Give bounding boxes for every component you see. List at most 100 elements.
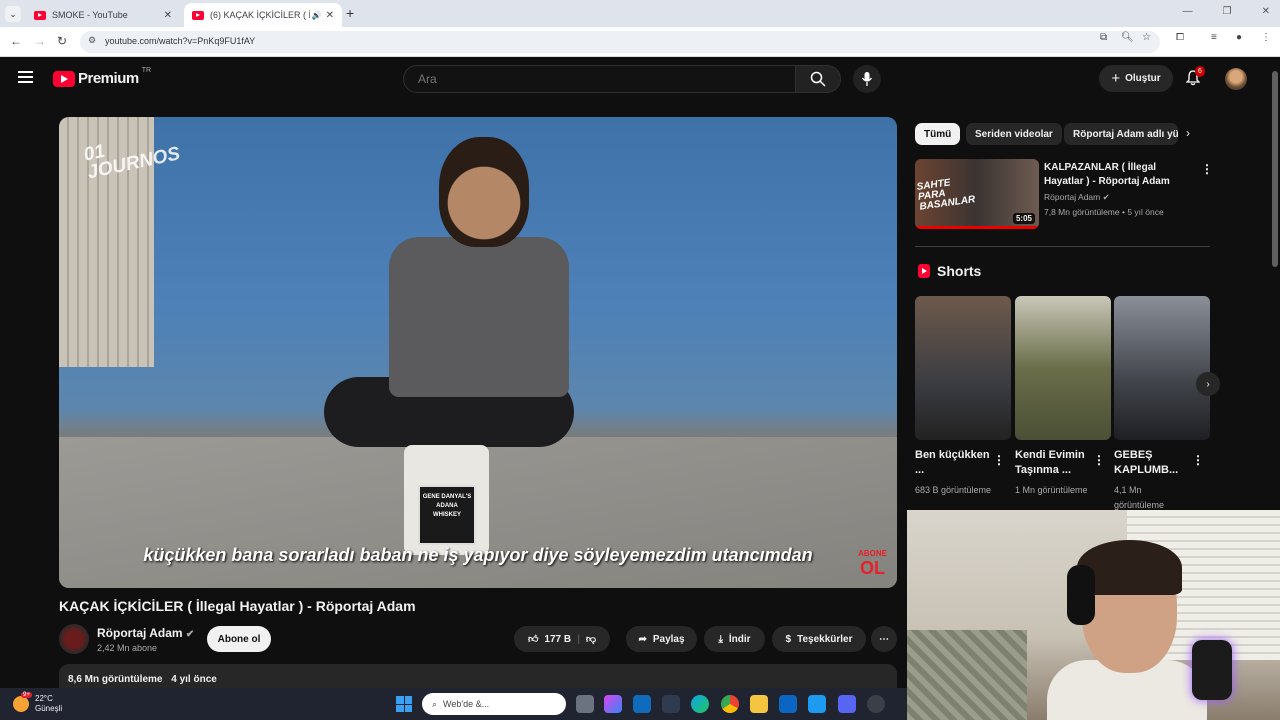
weather-widget[interactable]: 9+ 22°C Güneşli <box>13 692 62 714</box>
close-tab-icon[interactable]: ✕ <box>164 10 172 21</box>
close-window-icon[interactable]: ✕ <box>1262 6 1270 17</box>
profile-icon[interactable]: ● <box>1236 32 1242 43</box>
recommended-channel[interactable]: Röportaj Adam ✔ <box>1044 192 1110 203</box>
chips-next-icon[interactable]: › <box>1186 126 1190 140</box>
create-label: Oluştur <box>1125 73 1161 84</box>
weather-text: 22°C Güneşli <box>35 694 62 714</box>
more-actions-button[interactable]: ⋯ <box>871 626 897 652</box>
share-label: Paylaş <box>652 633 685 645</box>
outlook-icon[interactable] <box>633 695 651 713</box>
temperature: 22°C <box>35 694 53 703</box>
zoom-icon[interactable]: 🔍︎ <box>1121 32 1134 43</box>
thanks-button[interactable]: $ Teşekkürler <box>772 626 866 652</box>
chrome-icon[interactable] <box>721 695 739 713</box>
short-title-3[interactable]: GEBEŞ KAPLUMB... <box>1114 448 1194 478</box>
like-button[interactable]: 👍︎ 177 B <box>528 633 571 646</box>
share-button[interactable]: ➦ Paylaş <box>626 626 697 652</box>
recommended-menu-icon[interactable]: ⋮ <box>1201 162 1213 176</box>
section-divider <box>915 246 1210 247</box>
twitter-icon[interactable] <box>808 695 826 713</box>
discord-icon[interactable] <box>838 695 856 713</box>
browser-tab-active[interactable]: (6) KAÇAK İÇKİCİLER ( İllegal Hayatlar )… <box>184 3 342 27</box>
recommended-channel-text: Röportaj Adam <box>1044 192 1101 202</box>
reading-list-icon[interactable]: ≡ <box>1211 32 1217 43</box>
back-icon[interactable]: ← <box>10 34 22 48</box>
recommended-title[interactable]: KALPAZANLAR ( İllegal Hayatlar ) - Röpor… <box>1044 161 1196 189</box>
tab-title: (6) KAÇAK İÇKİCİLER ( İllegal Hayatlar )… <box>210 10 310 20</box>
scrollbar-thumb[interactable] <box>1272 71 1278 267</box>
short-menu-icon[interactable]: ⋮ <box>1192 453 1204 467</box>
reload-icon[interactable]: ↻ <box>57 34 67 48</box>
notifications-button[interactable]: 6 <box>1185 66 1205 91</box>
window-controls: — ❐ ✕ <box>1183 6 1270 17</box>
install-app-icon[interactable]: ⧉ <box>1100 32 1107 43</box>
create-button[interactable]: + Oluştur <box>1099 65 1173 92</box>
separator: | <box>577 633 580 645</box>
youtube-logo[interactable]: Premium TR <box>53 67 152 87</box>
edge-icon[interactable] <box>691 695 709 713</box>
address-bar[interactable]: ⚙ youtube.com/watch?v=PnKq9FU1fAY <box>80 31 1160 53</box>
jug-label: GENE DANYAL'S ADANA WHISKEY <box>418 485 476 545</box>
thumbs-down-icon[interactable]: 👎︎ <box>586 633 596 645</box>
close-tab-icon[interactable]: ✕ <box>326 10 334 21</box>
youtube-header: Premium TR + Oluştur 6 <box>0 57 1270 101</box>
chip-series[interactable]: Seriden videolar <box>966 123 1062 145</box>
description-meta: 8,6 Mn görüntüleme 4 yıl önce <box>68 674 217 685</box>
page-scrollbar[interactable] <box>1270 57 1280 510</box>
maximize-icon[interactable]: ❐ <box>1223 6 1232 17</box>
app-icon[interactable] <box>867 695 885 713</box>
subscriber-count: 2,42 Mn abone <box>97 643 158 653</box>
recommended-thumbnail[interactable]: SAHTE PARA BASANLAR 5:05 <box>915 159 1039 229</box>
short-menu-icon[interactable]: ⋮ <box>993 453 1005 467</box>
video-frame-jug: GENE DANYAL'S ADANA WHISKEY <box>404 445 489 555</box>
shorts-heading: Shorts <box>918 263 981 279</box>
short-menu-icon[interactable]: ⋮ <box>1093 453 1105 467</box>
video-player[interactable]: GENE DANYAL'S ADANA WHISKEY 01 JOURNOS k… <box>59 117 897 588</box>
browser-menu-icon[interactable]: ⋮ <box>1261 32 1271 43</box>
task-view-icon[interactable] <box>576 695 594 713</box>
watch-progress-bar <box>915 226 1039 229</box>
download-button[interactable]: ⤓ İndir <box>704 626 765 652</box>
region-code: TR <box>141 67 152 74</box>
browser-tab-smoke[interactable]: SMOKE - YouTube ✕ <box>26 3 180 27</box>
notification-badge: 6 <box>1195 66 1205 77</box>
search-icon <box>810 71 826 87</box>
linkedin-icon[interactable] <box>779 695 797 713</box>
short-title-2[interactable]: Kendi Evimin Taşınma ... <box>1015 448 1095 478</box>
windows-start-icon[interactable] <box>396 696 412 712</box>
youtube-favicon-icon <box>34 10 46 20</box>
new-tab-button[interactable]: + <box>346 5 354 21</box>
menu-icon[interactable] <box>18 71 33 86</box>
chip-channel[interactable]: Röportaj Adam adlı yü <box>1064 123 1178 145</box>
extensions-icon[interactable]: ⧠ <box>1176 32 1184 43</box>
share-icon: ➦ <box>638 633 647 645</box>
short-views-3: 4,1 Mn görüntüleme <box>1114 485 1165 510</box>
minimize-icon[interactable]: — <box>1183 6 1193 17</box>
short-thumbnail-3[interactable] <box>1114 296 1210 440</box>
store-icon[interactable] <box>662 695 680 713</box>
account-avatar[interactable] <box>1225 68 1247 90</box>
youtube-favicon-icon <box>192 10 204 20</box>
channel-avatar[interactable] <box>59 624 89 654</box>
file-explorer-icon[interactable] <box>750 695 768 713</box>
site-info-icon[interactable]: ⚙ <box>88 35 96 46</box>
search-button[interactable] <box>795 65 841 93</box>
search-input[interactable] <box>404 66 795 92</box>
watermark-bottom: OL <box>860 558 886 578</box>
forward-icon[interactable]: → <box>34 34 46 48</box>
subscribe-button[interactable]: Abone ol <box>207 626 271 652</box>
shorts-next-button[interactable]: › <box>1196 372 1220 396</box>
tab-search-button[interactable]: ⌄ <box>5 6 21 22</box>
taskbar-search[interactable]: ⌕ Web'de &... <box>422 693 566 715</box>
chip-all[interactable]: Tümü <box>915 123 961 145</box>
speaker-icon[interactable]: 🔊 <box>312 11 322 20</box>
copilot-icon[interactable] <box>604 695 622 713</box>
short-thumbnail-1[interactable] <box>915 296 1011 440</box>
channel-name[interactable]: Röportaj Adam ✔ <box>97 626 194 640</box>
short-title-1[interactable]: Ben küçükken ... <box>915 448 995 478</box>
logo-text: Premium <box>78 70 139 87</box>
voice-search-button[interactable] <box>853 65 881 93</box>
short-thumbnail-2[interactable] <box>1015 296 1111 440</box>
bookmark-star-icon[interactable]: ☆ <box>1142 32 1151 43</box>
video-subtitle: küçükken bana sorarladı baban ne iş yapı… <box>143 545 813 565</box>
